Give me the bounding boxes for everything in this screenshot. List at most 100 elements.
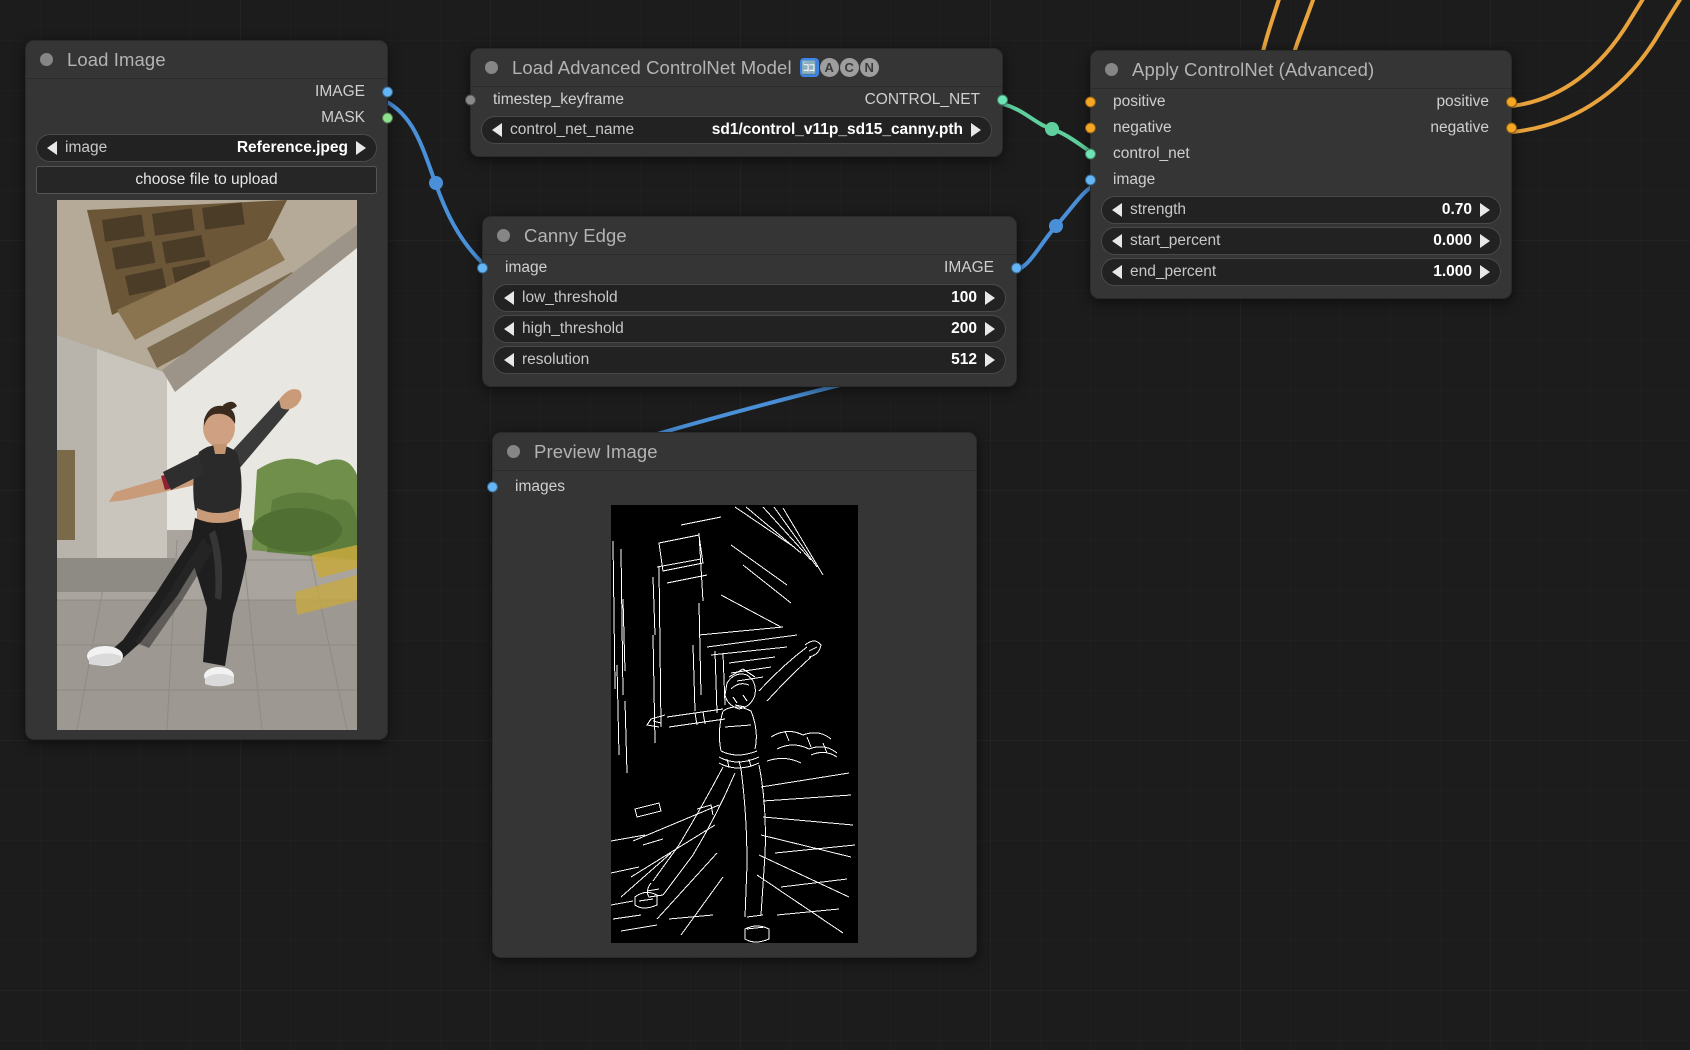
widget-low-threshold[interactable]: low_threshold 100 — [493, 284, 1006, 312]
collapse-dot-icon[interactable] — [485, 61, 498, 74]
canny-edge-preview[interactable] — [611, 505, 858, 943]
widget-start-percent[interactable]: start_percent 0.000 — [1101, 227, 1501, 255]
socket-dot-mask[interactable] — [382, 112, 393, 124]
socket-dot-positive-input[interactable] — [1085, 96, 1096, 108]
decrement-arrow-icon[interactable] — [47, 141, 57, 155]
node-load-image[interactable]: Load Image IMAGE MASK image Reference.jp… — [25, 40, 393, 740]
slot-row-timestep-and-output: timestep_keyframe CONTROL_NET — [465, 87, 1008, 113]
increment-arrow-icon[interactable] — [985, 291, 995, 305]
slot-row-negative: negative negative — [1085, 115, 1517, 141]
increment-arrow-icon[interactable] — [971, 123, 981, 137]
node-body: images — [487, 471, 976, 957]
widget-name: resolution — [522, 351, 590, 368]
widget-value: 512 — [951, 351, 977, 368]
widget-resolution[interactable]: resolution 512 — [493, 346, 1006, 374]
wire-conditioning-out-negative — [1511, 0, 1683, 134]
collapse-dot-icon[interactable] — [507, 445, 520, 458]
input-slot-label: image — [1113, 171, 1156, 188]
decrement-arrow-icon[interactable] — [504, 322, 514, 336]
node-apply-controlnet-advanced[interactable]: Apply ControlNet (Advanced) positive pos… — [1085, 50, 1517, 299]
decrement-arrow-icon[interactable] — [504, 353, 514, 367]
increment-arrow-icon[interactable] — [1480, 234, 1490, 248]
output-slot-label: negative — [1430, 119, 1489, 136]
slot-row-images: images — [487, 471, 976, 503]
socket-dot-images-input[interactable] — [487, 481, 498, 493]
output-slot-label: IMAGE — [944, 259, 994, 276]
increment-arrow-icon[interactable] — [1480, 203, 1490, 217]
output-slot-mask[interactable]: MASK — [26, 105, 393, 131]
decrement-arrow-icon[interactable] — [1112, 203, 1122, 217]
socket-dot-image-input[interactable] — [1085, 174, 1096, 186]
socket-dot-image[interactable] — [382, 86, 393, 98]
socket-dot-positive-output[interactable] — [1506, 96, 1517, 108]
collapse-dot-icon[interactable] — [40, 53, 53, 66]
widget-name: high_threshold — [522, 320, 624, 337]
socket-dot-control-net[interactable] — [997, 94, 1008, 106]
node-body: timestep_keyframe CONTROL_NET control_ne… — [465, 87, 1008, 156]
badge-circle-a-icon: A — [819, 58, 839, 77]
widget-value: 200 — [951, 320, 977, 337]
node-graph-canvas[interactable]: Load Image IMAGE MASK image Reference.jp… — [0, 0, 1690, 1050]
wire-controlnet-a — [1002, 102, 1053, 131]
socket-dot-image-output[interactable] — [1011, 262, 1022, 274]
output-slot-label: CONTROL_NET — [864, 91, 980, 108]
widget-value: 0.70 — [1441, 201, 1472, 218]
widget-name: strength — [1130, 201, 1187, 218]
socket-dot-image-input[interactable] — [477, 262, 488, 274]
widget-end-percent[interactable]: end_percent 1.000 — [1101, 258, 1501, 286]
node-canny-edge[interactable]: Canny Edge image IMAGE low_threshold 100… — [477, 216, 1022, 387]
node-load-advanced-controlnet-model[interactable]: Load Advanced ControlNet Model 🈁 A C N t… — [465, 48, 1008, 157]
node-title-bar[interactable]: Load Advanced ControlNet Model 🈁 A C N — [471, 49, 1002, 87]
input-slot-label: negative — [1113, 119, 1172, 136]
slot-row-control-net: control_net — [1085, 141, 1511, 167]
increment-arrow-icon[interactable] — [1480, 265, 1490, 279]
node-title-text: Load Image — [67, 48, 166, 70]
title-badges: 🈁 A C N — [799, 58, 879, 77]
node-title-text: Preview Image — [534, 440, 658, 462]
badge-circle-c-icon: C — [839, 58, 859, 77]
canny-preview-wrapper — [493, 505, 976, 943]
collapse-dot-icon[interactable] — [1105, 63, 1118, 76]
collapse-dot-icon[interactable] — [497, 229, 510, 242]
increment-arrow-icon[interactable] — [985, 353, 995, 367]
reference-image-preview[interactable] — [56, 200, 357, 730]
slot-row-positive: positive positive — [1085, 89, 1517, 115]
node-title-text: Canny Edge — [524, 224, 627, 246]
widget-value: sd1/control_v11p_sd15_canny.pth — [711, 121, 963, 138]
slot-row-image-io: image IMAGE — [477, 255, 1022, 281]
node-title-bar[interactable]: Load Image — [26, 41, 387, 79]
node-title-bar[interactable]: Apply ControlNet (Advanced) — [1091, 51, 1511, 89]
widget-value: Reference.jpeg — [236, 139, 348, 156]
widget-high-threshold[interactable]: high_threshold 200 — [493, 315, 1006, 343]
decrement-arrow-icon[interactable] — [1112, 265, 1122, 279]
decrement-arrow-icon[interactable] — [492, 123, 502, 137]
widget-value: 1.000 — [1433, 263, 1472, 280]
widget-name: control_net_name — [510, 121, 635, 138]
socket-dot-timestep-keyframe[interactable] — [465, 94, 476, 106]
increment-arrow-icon[interactable] — [985, 322, 995, 336]
input-slot-label: timestep_keyframe — [493, 91, 624, 108]
widget-control-net-name[interactable]: control_net_name sd1/control_v11p_sd15_c… — [481, 116, 992, 144]
decrement-arrow-icon[interactable] — [1112, 234, 1122, 248]
node-title-bar[interactable]: Canny Edge — [483, 217, 1016, 255]
widget-image[interactable]: image Reference.jpeg — [36, 134, 377, 162]
node-preview-image[interactable]: Preview Image images — [487, 432, 977, 958]
socket-dot-negative-input[interactable] — [1085, 122, 1096, 134]
badge-circle-n-icon: N — [859, 58, 879, 77]
wire-midpoint-dot — [1049, 219, 1063, 233]
widget-name: low_threshold — [522, 289, 618, 306]
output-slot-label: MASK — [321, 109, 365, 126]
socket-dot-negative-output[interactable] — [1506, 122, 1517, 134]
node-body: positive positive negative negative cont… — [1085, 89, 1517, 298]
widget-strength[interactable]: strength 0.70 — [1101, 196, 1501, 224]
output-slot-image[interactable]: IMAGE — [26, 79, 393, 105]
choose-file-label: choose file to upload — [135, 171, 278, 188]
output-slot-label: positive — [1436, 93, 1489, 110]
node-title-text: Load Advanced ControlNet Model — [512, 56, 792, 78]
node-title-bar[interactable]: Preview Image — [493, 433, 976, 471]
decrement-arrow-icon[interactable] — [504, 291, 514, 305]
node-title-text: Apply ControlNet (Advanced) — [1132, 58, 1375, 80]
choose-file-button[interactable]: choose file to upload — [36, 166, 377, 194]
socket-dot-control-net-input[interactable] — [1085, 148, 1096, 160]
increment-arrow-icon[interactable] — [356, 141, 366, 155]
